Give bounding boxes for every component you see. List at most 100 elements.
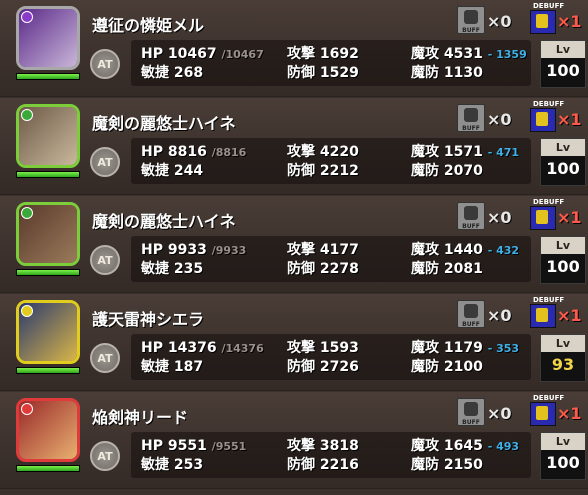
defense-label: 防御 [287, 457, 315, 473]
hp-bar-fill [17, 74, 79, 79]
debuff-figure [536, 14, 548, 28]
magic-attack-value: 4531 [443, 46, 483, 62]
magic-attack-extra: - 353 [487, 342, 520, 355]
debuff-icon [530, 402, 556, 426]
level-value: 100 [546, 61, 580, 80]
defense-stat: 防御 2212 [287, 163, 359, 179]
magic-attack-value: 1571 [443, 144, 483, 160]
defense-label: 防御 [287, 261, 315, 277]
hp-value: 9933 [167, 242, 207, 258]
speed-stat: 敏捷 253 [141, 457, 203, 473]
speed-value: 253 [173, 457, 204, 473]
level-value: 100 [546, 453, 580, 472]
speed-stat: 敏捷 268 [141, 65, 203, 81]
unit-portrait[interactable] [16, 202, 80, 266]
at-badge[interactable]: AT [90, 49, 120, 79]
level-value: 93 [551, 355, 575, 374]
speed-stat: 敏捷 187 [141, 359, 203, 375]
defense-value: 2212 [319, 163, 359, 179]
level-label: Lv [541, 139, 585, 156]
defense-label: 防御 [287, 163, 315, 179]
level-box: Lv 100 [540, 40, 586, 88]
debuff-count: ×1 [557, 110, 582, 129]
speed-value: 187 [173, 359, 204, 375]
unit-row[interactable]: 遵征の憐姫メル AT HP 10467 /10467 敏捷 268 攻撃 1692 防御 … [0, 0, 588, 97]
buff-count: ×0 [487, 110, 512, 129]
at-badge[interactable]: AT [90, 245, 120, 275]
debuff-figure [536, 406, 548, 420]
speed-label: 敏捷 [141, 65, 169, 81]
magic-attack-label: 魔攻 [411, 46, 439, 62]
unit-portrait[interactable] [16, 300, 80, 364]
magic-attack-extra: - 1359 [487, 48, 527, 61]
attack-stat: 攻撃 1692 [287, 46, 359, 62]
unit-row[interactable]: 護天雷神シエラ AT HP 14376 /14376 敏捷 187 攻撃 1593 防御 … [0, 294, 588, 391]
attack-stat: 攻撃 4177 [287, 242, 359, 258]
debuff-count: ×1 [557, 12, 582, 31]
level-box: Lv 100 [540, 432, 586, 480]
at-badge[interactable]: AT [90, 441, 120, 471]
unit-name: 焔剣神リード [92, 408, 189, 427]
unit-name: 魔剣の麗悠士ハイネ [92, 114, 236, 133]
defense-value: 1529 [319, 65, 359, 81]
magic-attack-label: 魔攻 [411, 438, 439, 454]
debuff-figure [536, 210, 548, 224]
unit-row[interactable]: 魔剣の麗悠士ハイネ AT HP 8816 /8816 敏捷 244 攻撃 4220 防御 … [0, 98, 588, 195]
hp-value: 8816 [167, 144, 207, 160]
debuff-icon [530, 206, 556, 230]
level-label: Lv [541, 41, 585, 58]
attack-label: 攻撃 [287, 144, 315, 160]
magic-attack-extra: - 432 [487, 244, 520, 257]
magic-attack-value: 1645 [443, 438, 483, 454]
element-icon [21, 403, 33, 415]
debuff-figure [536, 112, 548, 126]
hp-value: 14376 [167, 340, 217, 356]
at-badge[interactable]: AT [90, 343, 120, 373]
magic-attack-label: 魔攻 [411, 242, 439, 258]
magic-attack-label: 魔攻 [411, 144, 439, 160]
attack-value: 4220 [319, 144, 359, 160]
hp-bar-fill [17, 270, 79, 275]
attack-value: 1692 [319, 46, 359, 62]
debuff-icon [530, 304, 556, 328]
hp-bar-fill [17, 466, 79, 471]
buff-figure [464, 206, 478, 220]
buff-label: BUFF [462, 321, 480, 328]
magic-attack-value: 1179 [443, 340, 483, 356]
attack-label: 攻撃 [287, 242, 315, 258]
magic-defense-value: 2070 [443, 163, 483, 179]
unit-row[interactable]: 魔剣の麗悠士ハイネ AT HP 9933 /9933 敏捷 235 攻撃 4177 防御 … [0, 196, 588, 293]
unit-portrait[interactable] [16, 398, 80, 462]
hp-bar-fill [17, 368, 79, 373]
defense-value: 2216 [319, 457, 359, 473]
buff-icon: BUFF [457, 202, 485, 230]
defense-label: 防御 [287, 359, 315, 375]
buff-icon: BUFF [457, 398, 485, 426]
magic-defense-label: 魔防 [411, 359, 439, 375]
debuff-icon [530, 10, 556, 34]
unit-portrait[interactable] [16, 104, 80, 168]
hp-value: 10467 [167, 46, 217, 62]
defense-label: 防御 [287, 65, 315, 81]
buff-figure [464, 108, 478, 122]
hp-extra: /9551 [211, 440, 247, 453]
buff-count: ×0 [487, 306, 512, 325]
hp-label: HP [141, 438, 163, 454]
level-label: Lv [541, 335, 585, 352]
hp-label: HP [141, 242, 163, 258]
magic-attack-stat: 魔攻 1440 - 432 [411, 242, 519, 259]
magic-attack-extra: - 493 [487, 440, 520, 453]
buff-figure [464, 10, 478, 24]
element-icon [21, 11, 33, 23]
debuff-label: DEBUFF [533, 2, 565, 10]
buff-icon: BUFF [457, 104, 485, 132]
magic-attack-extra: - 471 [487, 146, 520, 159]
at-badge[interactable]: AT [90, 147, 120, 177]
magic-attack-value: 1440 [443, 242, 483, 258]
unit-row[interactable]: 焔剣神リード AT HP 9551 /9551 敏捷 253 攻撃 3818 防御 221… [0, 392, 588, 489]
hp-stat: HP 9933 /9933 [141, 242, 246, 259]
magic-defense-stat: 魔防 1130 [411, 65, 483, 81]
hp-stat: HP 14376 /14376 [141, 340, 264, 357]
defense-stat: 防御 2278 [287, 261, 359, 277]
unit-portrait[interactable] [16, 6, 80, 70]
